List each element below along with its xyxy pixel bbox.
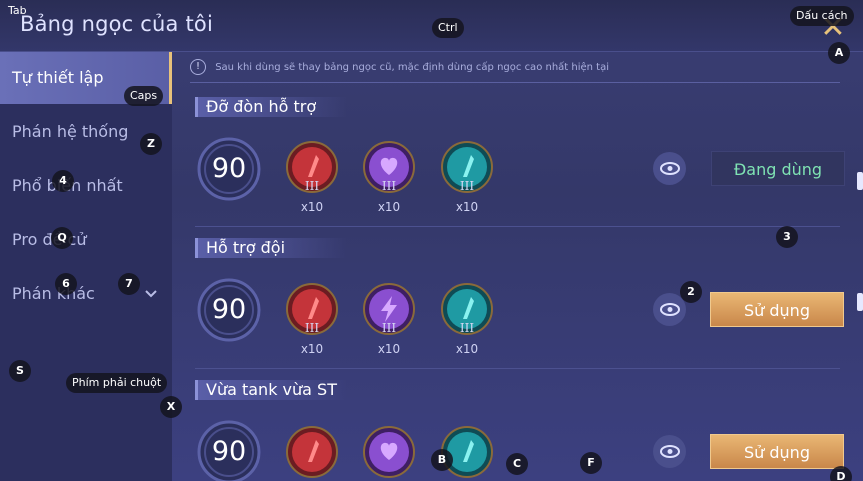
gem-tier: III (304, 179, 320, 193)
scroll-edge-mark (857, 293, 863, 311)
key-hint-2: 2 (680, 281, 702, 303)
scroll-edge-mark (857, 172, 863, 190)
sidebar-item-label: Phán hệ thống (12, 122, 129, 141)
key-hint-q: Q (51, 227, 73, 249)
key-hint-space: Dấu cách (790, 6, 854, 26)
key-hint-7: 7 (118, 273, 140, 295)
sidebar-item-label: Phán khác (12, 284, 95, 303)
divider (195, 368, 840, 369)
sidebar: Tự thiết lập Phán hệ thống Phổ biến nhất… (0, 52, 172, 481)
gem-tier: III (459, 179, 475, 193)
key-hint-right-mouse: Phím phải chuột (66, 373, 168, 393)
rune-page-screen: Bảng ngọc của tôi ✕ Tự thiết lập Phán hệ… (0, 0, 863, 481)
teal-gem-icon[interactable]: III (441, 141, 493, 193)
use-button[interactable]: Sử dụng (710, 292, 844, 327)
red-gem-icon[interactable] (286, 426, 338, 478)
key-hint-3: 3 (776, 226, 798, 248)
divider (195, 226, 840, 227)
purple-heart-gem-icon[interactable]: III (363, 141, 415, 193)
key-hint-f: F (580, 452, 602, 474)
key-hint-z: Z (140, 133, 162, 155)
key-hint-a: A (828, 42, 850, 64)
use-button[interactable]: Sử dụng (710, 434, 844, 469)
key-hint-4: 4 (52, 170, 74, 192)
key-hint-ctrl: Ctrl (432, 18, 464, 38)
level-badge: 90 (196, 136, 262, 202)
sidebar-item-pro[interactable]: Pro đề cử (0, 214, 172, 266)
sidebar-item-label: Pro đề cử (12, 230, 87, 249)
red-gem-icon[interactable]: III (286, 141, 338, 193)
eye-icon[interactable] (653, 152, 686, 185)
key-hint-tab: Tab (8, 4, 27, 17)
purple-lightning-gem-icon[interactable]: III (363, 283, 415, 335)
key-hint-6: 6 (55, 273, 77, 295)
level-badge: 90 (196, 419, 262, 481)
level-badge: 90 (196, 277, 262, 343)
divider (190, 82, 840, 83)
key-hint-c: C (506, 453, 528, 475)
gem-count: x10 (455, 342, 479, 356)
chevron-down-icon (144, 268, 158, 342)
key-hint-x: X (160, 396, 182, 418)
gem-count: x10 (300, 342, 324, 356)
gem-count: x10 (377, 200, 401, 214)
gem-tier: III (459, 321, 475, 335)
level-value: 90 (211, 153, 247, 184)
red-gem-icon[interactable]: III (286, 283, 338, 335)
key-hint-caps: Caps (124, 86, 164, 106)
page-title: Bảng ngọc của tôi (20, 12, 214, 36)
gem-tier: III (304, 321, 320, 335)
gem-tier: III (381, 321, 397, 335)
key-hint-d: D (830, 466, 852, 481)
rune-page-title: Vừa tank vừa ST (195, 380, 347, 400)
rune-page-title: Hỗ trợ đội (195, 238, 347, 258)
key-hint-s: S (9, 360, 31, 382)
notice-banner: ! Sau khi dùng sẽ thay bảng ngọc cũ, mặc… (190, 57, 840, 81)
level-value: 90 (211, 436, 247, 467)
notice-text: Sau khi dùng sẽ thay bảng ngọc cũ, mặc đ… (215, 62, 610, 73)
eye-icon[interactable] (653, 435, 686, 468)
gem-tier: III (381, 179, 397, 193)
sidebar-item-popular[interactable]: Phổ biến nhất (0, 160, 172, 212)
rune-page-title: Đỡ đòn hỗ trợ (195, 97, 347, 117)
purple-heart-gem-icon[interactable] (363, 426, 415, 478)
sidebar-item-label: Tự thiết lập (12, 68, 104, 87)
gem-count: x10 (300, 200, 324, 214)
key-hint-b: B (431, 449, 453, 471)
info-icon: ! (190, 59, 206, 75)
in-use-button[interactable]: Đang dùng (711, 151, 845, 186)
sidebar-item-other[interactable]: Phán khác (0, 268, 172, 320)
level-value: 90 (211, 294, 247, 325)
teal-gem-icon[interactable]: III (441, 283, 493, 335)
gem-count: x10 (377, 342, 401, 356)
gem-count: x10 (455, 200, 479, 214)
